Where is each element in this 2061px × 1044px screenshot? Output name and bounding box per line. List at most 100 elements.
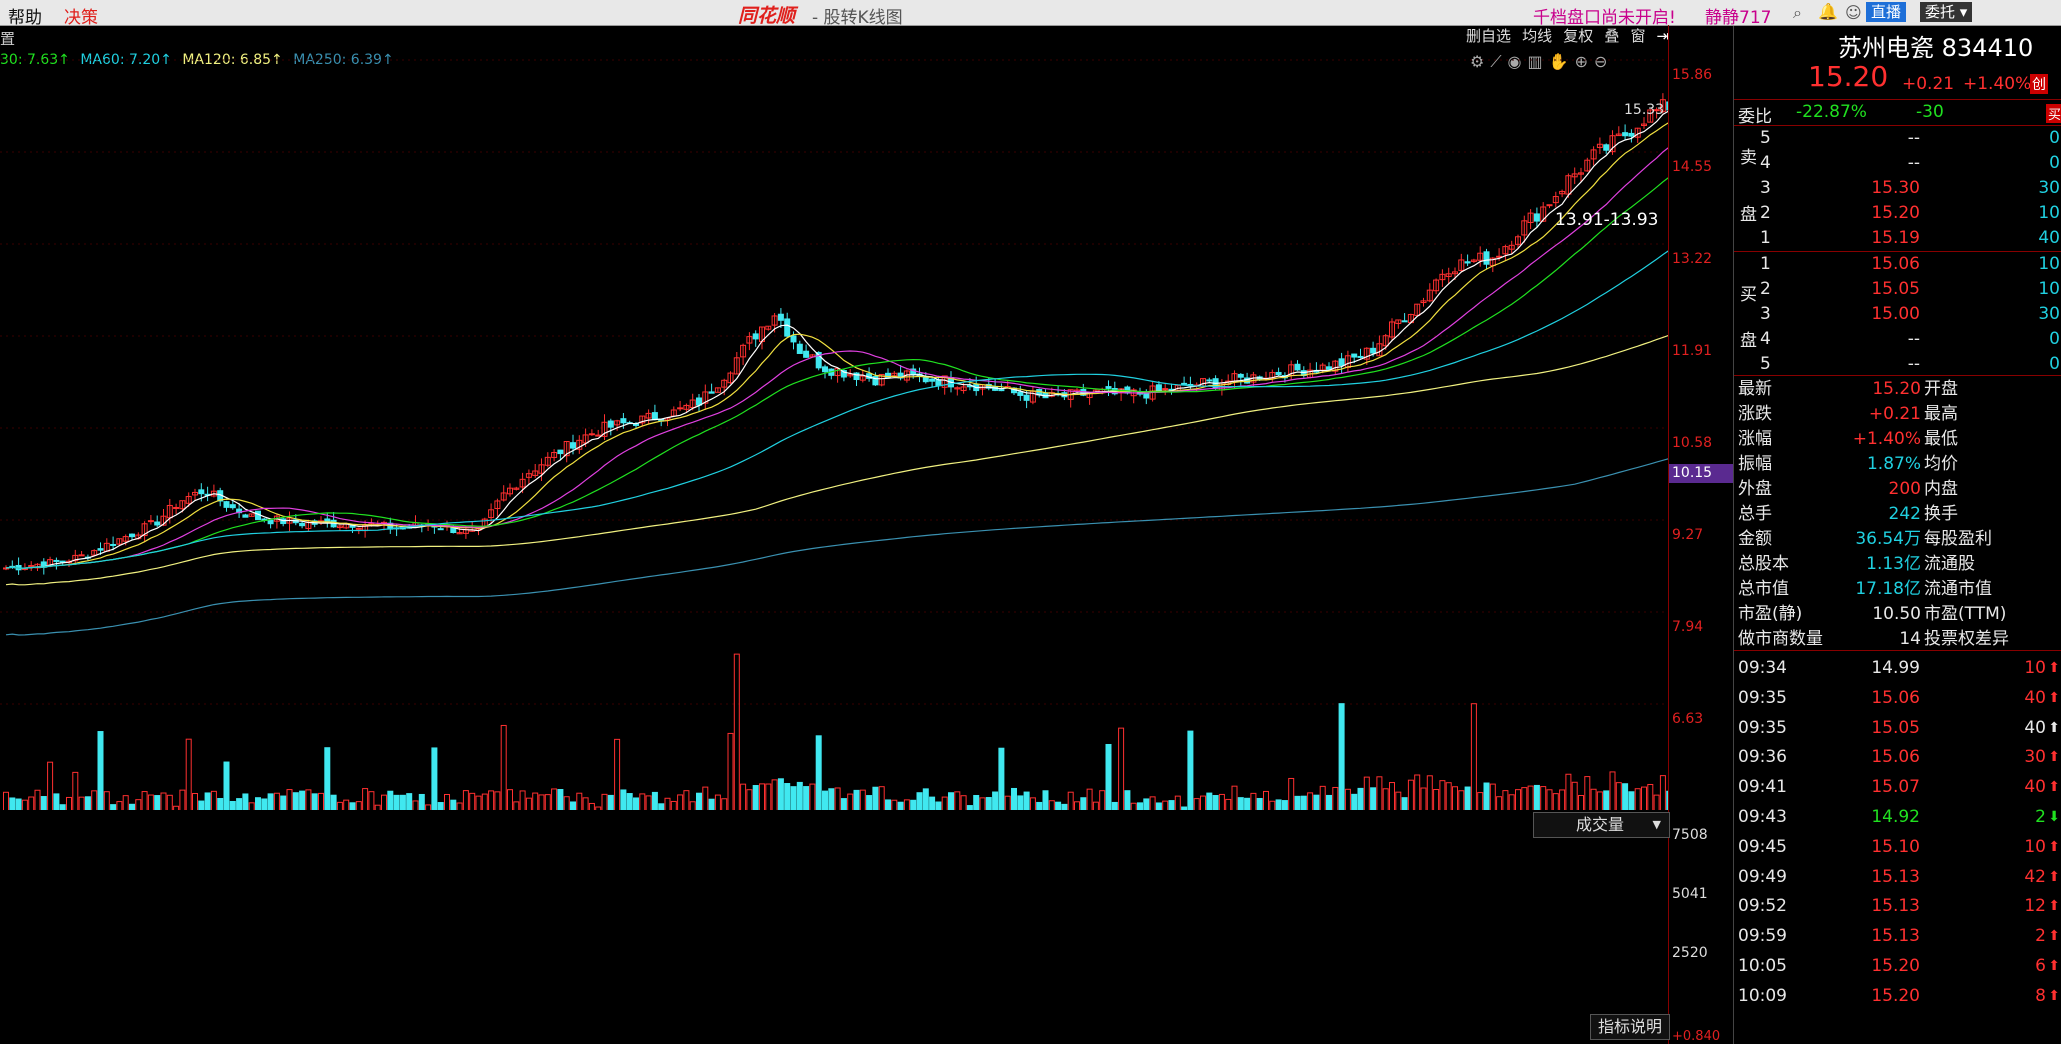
bid-row[interactable]: 2 15.05 10 [1738, 277, 2060, 301]
tick-price: 14.92 [1871, 807, 1920, 827]
toolbar-ma[interactable]: 均线 [1522, 27, 1552, 45]
candle-body [129, 533, 135, 538]
volume-bar [1017, 795, 1024, 810]
tick-time: 09:36 [1738, 747, 1787, 768]
menu-help[interactable]: 帮助 [8, 3, 42, 28]
tick-row[interactable]: 09:43 14.92 2 ⬇ [1738, 805, 2060, 829]
tick-row[interactable]: 10:05 15.20 6 ⬆ [1738, 954, 2060, 978]
stat-row[interactable]: 市盈(静) 10.50 市盈(TTM) [1738, 602, 2060, 626]
buy-badge[interactable]: 买 [2046, 104, 2061, 123]
stat-row[interactable]: 涨幅 +1.40% 最低 [1738, 427, 2060, 451]
volume-dropdown[interactable]: 成交量 ▼ [1533, 812, 1670, 838]
menu-decision[interactable]: 决策 [64, 3, 98, 28]
live-button[interactable]: 直播 [1866, 2, 1907, 22]
tick-row[interactable]: 09:34 14.99 10 ⬆ [1738, 656, 2060, 680]
volume-bar [330, 794, 337, 810]
volume-bar [242, 793, 249, 810]
tick-row[interactable]: 10:09 15.20 8 ⬆ [1738, 984, 2060, 1008]
candle-body [53, 559, 60, 562]
tick-arrow-icon: ⬇ [2048, 809, 2060, 825]
tick-row[interactable]: 09:35 15.06 40 ⬆ [1738, 686, 2060, 710]
stat-row[interactable]: 振幅 1.87% 均价 [1738, 452, 2060, 476]
indicator-help-button[interactable]: 指标说明 [1590, 1014, 1670, 1040]
volume-bar [1105, 743, 1112, 810]
volume-bar [828, 788, 835, 810]
stat-label: 总股本 [1738, 554, 1789, 574]
stat-row[interactable]: 总股本 1.13亿 流通股 [1738, 552, 2060, 576]
volume-bar [311, 793, 318, 810]
toolbar-remove-favorite[interactable]: 删自选 [1466, 27, 1511, 45]
tick-row[interactable]: 09:59 15.13 2 ⬆ [1738, 924, 2060, 948]
ask-row[interactable]: 5 -- 0 [1738, 126, 2060, 150]
bell-icon[interactable]: 🔔 [1818, 2, 1838, 21]
stat-row[interactable]: 最新 15.20 开盘 [1738, 377, 2060, 401]
stat-row[interactable]: 总市值 17.18亿 流通市值 [1738, 577, 2060, 601]
volume-bar [1155, 802, 1162, 810]
bid-row[interactable]: 5 -- 0 [1738, 352, 2060, 376]
volume-bar [551, 788, 558, 810]
tick-arrow-icon: ⬆ [2048, 928, 2060, 945]
volume-bar [1527, 785, 1534, 810]
tick-row[interactable]: 09:36 15.06 30 ⬆ [1738, 745, 2060, 769]
bid-volume: 10 [2038, 279, 2060, 299]
price-change-pct: +1.40% [1963, 74, 2032, 94]
bid-price: 15.05 [1871, 279, 1920, 299]
volume-tick: 2520 [1672, 945, 1708, 961]
stat-row[interactable]: 涨跌 +0.21 最高 [1738, 402, 2060, 426]
volume-bar [759, 783, 765, 810]
stat-row[interactable]: 做市商数量 14 投票权差异 [1738, 627, 2060, 651]
candle-body [1483, 251, 1490, 265]
candlestick-chart[interactable] [0, 50, 1668, 810]
tick-row[interactable]: 09:52 15.13 12 ⬆ [1738, 894, 2060, 918]
tick-row[interactable]: 09:45 15.10 10 ⬆ [1738, 835, 2060, 859]
volume-bar [689, 801, 696, 810]
toolbar-window[interactable]: 窗 [1630, 27, 1645, 45]
tick-price: 15.10 [1871, 836, 1920, 857]
ma-line [5, 458, 1668, 636]
volume-bar [872, 786, 879, 810]
stat-label: 最新 [1738, 379, 1772, 399]
tick-arrow-icon: ⬆ [2048, 660, 2060, 676]
bid-volume: 10 [2038, 254, 2060, 274]
volume-bar [192, 793, 198, 810]
toolbar-overlay[interactable]: 叠 [1604, 27, 1619, 45]
candle-body [803, 350, 810, 358]
search-icon[interactable]: ⌕ [1793, 3, 1802, 23]
volume-bar [733, 653, 740, 810]
ask-row[interactable]: 4 -- 0 [1738, 151, 2060, 175]
stat-row[interactable]: 总手 242 换手 [1738, 502, 2060, 526]
volume-bar [1414, 774, 1421, 810]
ask-row[interactable]: 2 15.20 10 [1738, 201, 2060, 225]
bid-row[interactable]: 1 15.06 10 [1738, 252, 2060, 276]
tick-row[interactable]: 09:41 15.07 40 ⬆ [1738, 775, 2060, 799]
volume-bar [1036, 801, 1043, 810]
volume-bar [771, 779, 778, 810]
toolbar-adjust[interactable]: 复权 [1563, 27, 1593, 45]
stat-value: 1.13亿 [1866, 554, 1921, 574]
volume-bar [790, 786, 797, 810]
volume-bar [834, 787, 841, 810]
stat-label-2: 最高 [1924, 404, 1958, 424]
tick-time: 09:35 [1738, 717, 1787, 738]
stat-row[interactable]: 金额 36.54万 每股盈利 [1738, 527, 2060, 551]
volume-bar [1275, 799, 1282, 810]
ask-row[interactable]: 3 15.30 30 [1738, 176, 2060, 200]
ask-row[interactable]: 1 15.19 40 [1738, 226, 2060, 250]
board-badge: 创 [2030, 74, 2048, 94]
bid-row[interactable]: 3 15.00 30 [1738, 302, 2060, 326]
volume-bar [318, 792, 324, 810]
bid-row[interactable]: 4 -- 0 [1738, 327, 2060, 351]
price-tick: 9.27 [1672, 527, 1704, 543]
price-tick: 11.91 [1672, 343, 1713, 359]
candle-body [147, 520, 154, 523]
candle-body [78, 554, 85, 557]
volume-bar [1464, 786, 1471, 810]
entrust-button[interactable]: 委托 ▾ [1920, 2, 1973, 22]
volume-bar [1149, 796, 1156, 810]
user-icon[interactable]: ☺ [1845, 3, 1862, 22]
bid-volume: 0 [2049, 329, 2060, 349]
tick-row[interactable]: 09:49 15.13 42 ⬆ [1738, 865, 2060, 889]
tick-row[interactable]: 09:35 15.05 40 ⬆ [1738, 716, 2060, 740]
stat-row[interactable]: 外盘 200 内盘 [1738, 477, 2060, 501]
order-ratio-pct: -22.87% [1796, 102, 1867, 122]
